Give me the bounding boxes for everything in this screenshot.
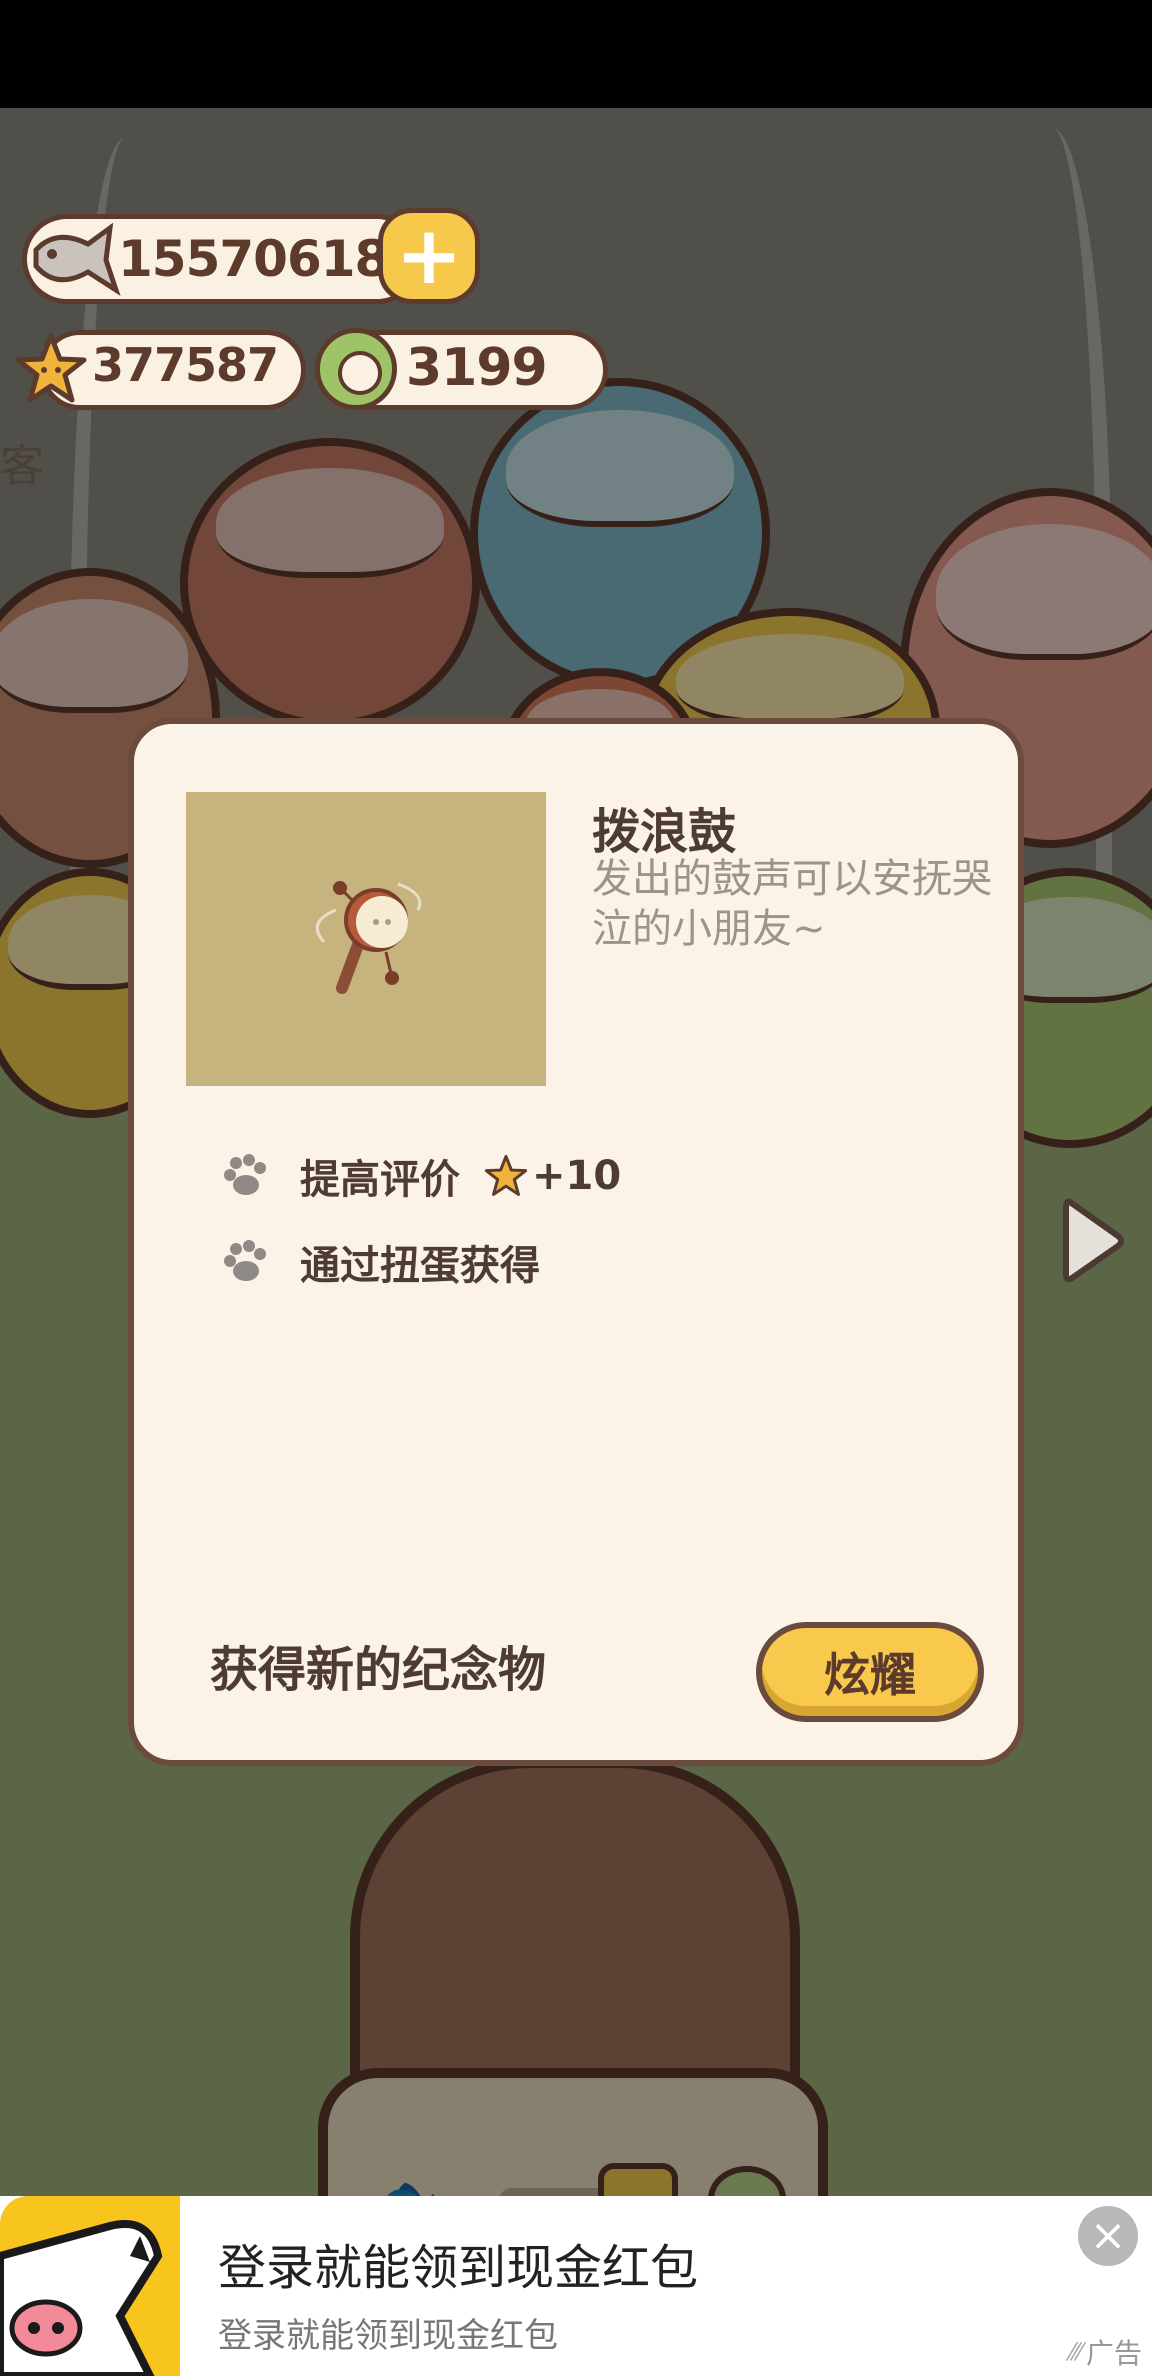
attribute-row: 提高评价 +10 <box>218 1146 621 1206</box>
new-memento-label: 获得新的纪念物 <box>210 1642 547 1698</box>
ad-source-icon: ⁄⁄⁄ <box>1069 2338 1082 2366</box>
side-label: 客 <box>0 441 44 492</box>
add-fish-button[interactable]: + <box>378 208 480 304</box>
status-bar <box>0 0 1152 108</box>
ad-close-button[interactable]: × <box>1078 2206 1138 2266</box>
plus-icon: + <box>395 209 463 302</box>
attribute-label: 提高评价 <box>300 1157 460 1203</box>
next-arrow-icon[interactable] <box>1058 1192 1128 1290</box>
attribute-label: 通过扭蛋获得 <box>300 1243 540 1289</box>
pig-logo-icon <box>0 2220 163 2376</box>
item-image <box>186 792 546 1086</box>
star-icon <box>484 1154 528 1196</box>
paw-icon <box>224 1240 266 1281</box>
memento-dialog: 拨浪鼓 发出的鼓声可以安抚哭泣的小朋友~ 提高评价 +10 通过扭蛋获得 获得新… <box>128 718 1024 1766</box>
star-icon <box>15 333 87 403</box>
star-count: 377587 <box>92 338 279 392</box>
close-icon: × <box>1089 2210 1127 2261</box>
fish-count: 155706185 <box>118 230 423 288</box>
ad-tag-label: 广告 <box>1085 2337 1142 2370</box>
fish-icon <box>33 222 121 296</box>
attribute-row: 通过扭蛋获得 <box>218 1232 540 1292</box>
ad-banner[interactable]: 登录就能领到现金红包 登录就能领到现金红包 × ⁄⁄⁄ 广告 <box>0 2196 1152 2376</box>
rating-bonus: +10 <box>532 1153 622 1199</box>
paw-icon <box>224 1154 266 1195</box>
ad-subtitle[interactable]: 登录就能领到现金红包 <box>218 2308 558 2357</box>
show-off-button[interactable]: 炫耀 <box>756 1622 984 1722</box>
item-title: 拨浪鼓 <box>592 804 737 860</box>
ring-count: 3199 <box>406 338 548 398</box>
ad-logo <box>0 2196 180 2376</box>
ad-tag: ⁄⁄⁄ 广告 <box>1070 2332 1142 2372</box>
ad-title[interactable]: 登录就能领到现金红包 <box>218 2228 698 2298</box>
rattle-drum-icon <box>315 881 422 994</box>
item-description: 发出的鼓声可以安抚哭泣的小朋友~ <box>592 856 992 952</box>
ring-token-icon <box>315 328 397 410</box>
